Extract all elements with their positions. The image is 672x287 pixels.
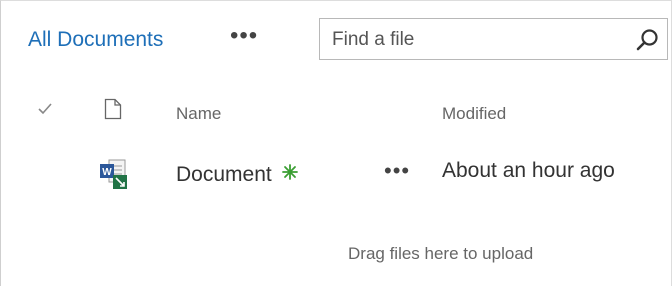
column-header-row: Name Modified xyxy=(0,96,672,132)
select-all-checkmark[interactable] xyxy=(36,100,54,118)
more-options-button[interactable]: ••• xyxy=(230,22,258,50)
new-item-icon xyxy=(280,162,300,182)
document-name-link[interactable]: Document xyxy=(176,163,272,187)
table-row[interactable]: W Document ••• About an hour ago xyxy=(0,146,672,194)
search-button[interactable] xyxy=(635,27,661,53)
checkmark-icon xyxy=(38,103,52,115)
file-type-column-header[interactable] xyxy=(104,98,122,120)
row-more-options-button[interactable]: ••• xyxy=(384,158,410,184)
search-input[interactable] xyxy=(330,25,624,55)
view-title-all-documents[interactable]: All Documents xyxy=(28,28,163,52)
search-icon xyxy=(636,29,658,51)
document-icon xyxy=(104,98,122,120)
svg-text:W: W xyxy=(102,167,112,178)
column-header-modified[interactable]: Modified xyxy=(442,104,506,124)
word-document-icon: W xyxy=(98,158,132,192)
upload-drop-zone-hint: Drag files here to upload xyxy=(348,244,534,263)
library-toolbar: All Documents ••• xyxy=(28,18,668,62)
document-modified-date: About an hour ago xyxy=(442,159,615,182)
search-box xyxy=(319,18,668,60)
column-header-name[interactable]: Name xyxy=(176,104,221,124)
